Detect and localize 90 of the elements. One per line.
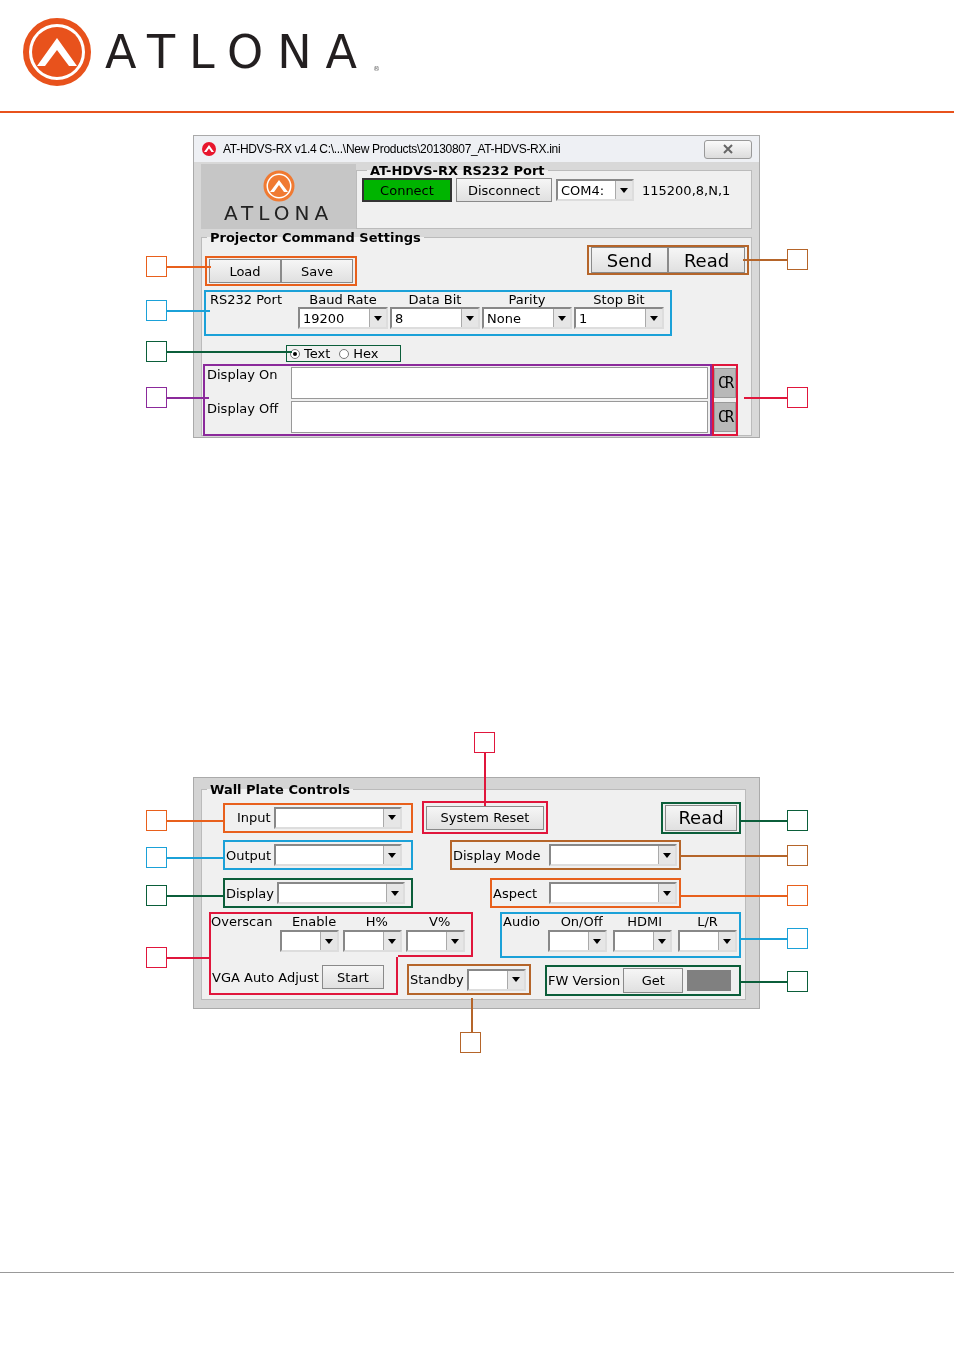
file-button[interactable]: Load	[209, 259, 281, 283]
connect-button[interactable]: Connect	[362, 178, 452, 202]
dropdown-arrow-icon	[451, 938, 459, 944]
dropdown-arrow-icon	[388, 852, 397, 858]
logo-icon	[262, 169, 295, 202]
logo-icon	[23, 17, 91, 86]
dropdown-field[interactable]	[274, 844, 403, 866]
close-button[interactable]	[704, 139, 752, 159]
dropdown-field[interactable]	[343, 930, 402, 952]
dropdown-field[interactable]	[678, 930, 737, 952]
column-label: L/R	[696, 914, 719, 929]
column-label: HDMI	[626, 914, 664, 929]
leader-line	[744, 397, 787, 399]
dropdown-field[interactable]	[406, 930, 465, 952]
dropdown-field[interactable]	[466, 968, 526, 991]
radio-label: Text	[304, 347, 331, 360]
port-dropdown[interactable]: COM4:	[556, 179, 634, 201]
column-label: On/Off	[559, 914, 604, 929]
field-label: Display Mode	[452, 847, 542, 863]
system-reset-button[interactable]: System Reset	[426, 805, 544, 830]
field-label: Stop Bit	[593, 292, 645, 307]
dropdown-field[interactable]: 19200	[298, 307, 388, 329]
logo-wordmark: ATLONA	[223, 201, 334, 224]
dropdown-arrow-icon	[388, 938, 396, 944]
start-button[interactable]: Start	[321, 965, 384, 989]
window-title: AT-HDVS-RX v1.4 C:\...\New Products\20130807_AT-HDVS-RX.ini	[223, 142, 561, 156]
dropdown-arrow-icon	[511, 977, 520, 982]
dropdown-arrow-icon	[620, 187, 628, 193]
radio-button[interactable]	[339, 348, 350, 359]
field-label: Display Off	[206, 401, 280, 416]
cr-button[interactable]: CR	[714, 368, 736, 398]
command-input[interactable]	[291, 401, 708, 433]
dropdown-field[interactable]: 1	[574, 307, 664, 329]
dropdown-arrow-icon	[466, 315, 474, 321]
dropdown-arrow-icon	[723, 938, 731, 944]
cr-button[interactable]: CR	[714, 402, 736, 432]
version-display	[687, 970, 732, 991]
dropdown-arrow-icon	[325, 938, 333, 944]
logo-wordmark: ATLONA	[105, 28, 372, 75]
group-title: AT-HDVS-RX RS232 Port	[369, 163, 546, 178]
dropdown-field[interactable]	[280, 930, 339, 952]
dropdown-field[interactable]	[276, 882, 405, 904]
leader-line	[471, 998, 473, 1032]
dropdown-arrow-icon	[558, 315, 566, 321]
field-label: Baud Rate	[309, 292, 377, 307]
column-label: H%	[364, 914, 389, 929]
field-label: Input	[236, 810, 272, 825]
dropdown-field[interactable]	[273, 806, 402, 829]
field-label: Audio	[502, 914, 541, 929]
column-label: Enable	[290, 914, 338, 929]
dropdown-arrow-icon	[387, 815, 396, 820]
field-label: RS232 Port	[210, 292, 283, 309]
dropdown-arrow-icon	[374, 315, 382, 321]
disconnect-button[interactable]: Disconnect	[456, 178, 552, 202]
command-input[interactable]	[291, 367, 708, 399]
field-label: Standby	[409, 972, 465, 987]
column-label: V%	[428, 914, 452, 929]
field-label: VGA Auto Adjust	[211, 969, 320, 985]
port-settings: 115200,8,N,1	[642, 182, 731, 198]
radio-label: Hex	[353, 347, 379, 360]
dropdown-arrow-icon	[658, 938, 666, 944]
read-button[interactable]: Read	[665, 804, 737, 831]
field-label: Display On	[206, 367, 279, 382]
field-label: Display	[225, 885, 275, 901]
field-label: FW Version	[547, 973, 622, 988]
group-title: Projector Command Settings	[209, 230, 422, 245]
dropdown-field[interactable]: None	[482, 307, 572, 329]
file-button[interactable]: Save	[281, 259, 353, 283]
radio-option[interactable]: Hex	[339, 347, 379, 360]
dropdown-arrow-icon	[593, 938, 601, 944]
dropdown-arrow-icon	[390, 890, 399, 896]
action-button[interactable]: Send	[591, 247, 668, 273]
dropdown-arrow-icon	[663, 890, 671, 896]
field-label: Output	[225, 847, 273, 863]
dropdown-field[interactable]	[549, 844, 677, 866]
dropdown-arrow-icon	[650, 315, 658, 321]
field-label: Overscan	[211, 914, 274, 929]
close-icon	[723, 144, 733, 154]
dropdown-field[interactable]	[613, 930, 672, 952]
dropdown-field[interactable]: 8	[390, 307, 480, 329]
app-icon	[201, 141, 217, 157]
field-label: Aspect	[492, 885, 539, 901]
dropdown-field[interactable]	[549, 882, 677, 904]
dropdown-field[interactable]	[548, 930, 607, 952]
action-button[interactable]: Read	[668, 247, 745, 273]
group-title: Wall Plate Controls	[209, 782, 351, 797]
field-label: Data Bit	[408, 292, 462, 307]
get-button[interactable]: Get	[623, 968, 684, 993]
dropdown-arrow-icon	[663, 852, 671, 858]
field-label: Parity	[508, 292, 546, 307]
